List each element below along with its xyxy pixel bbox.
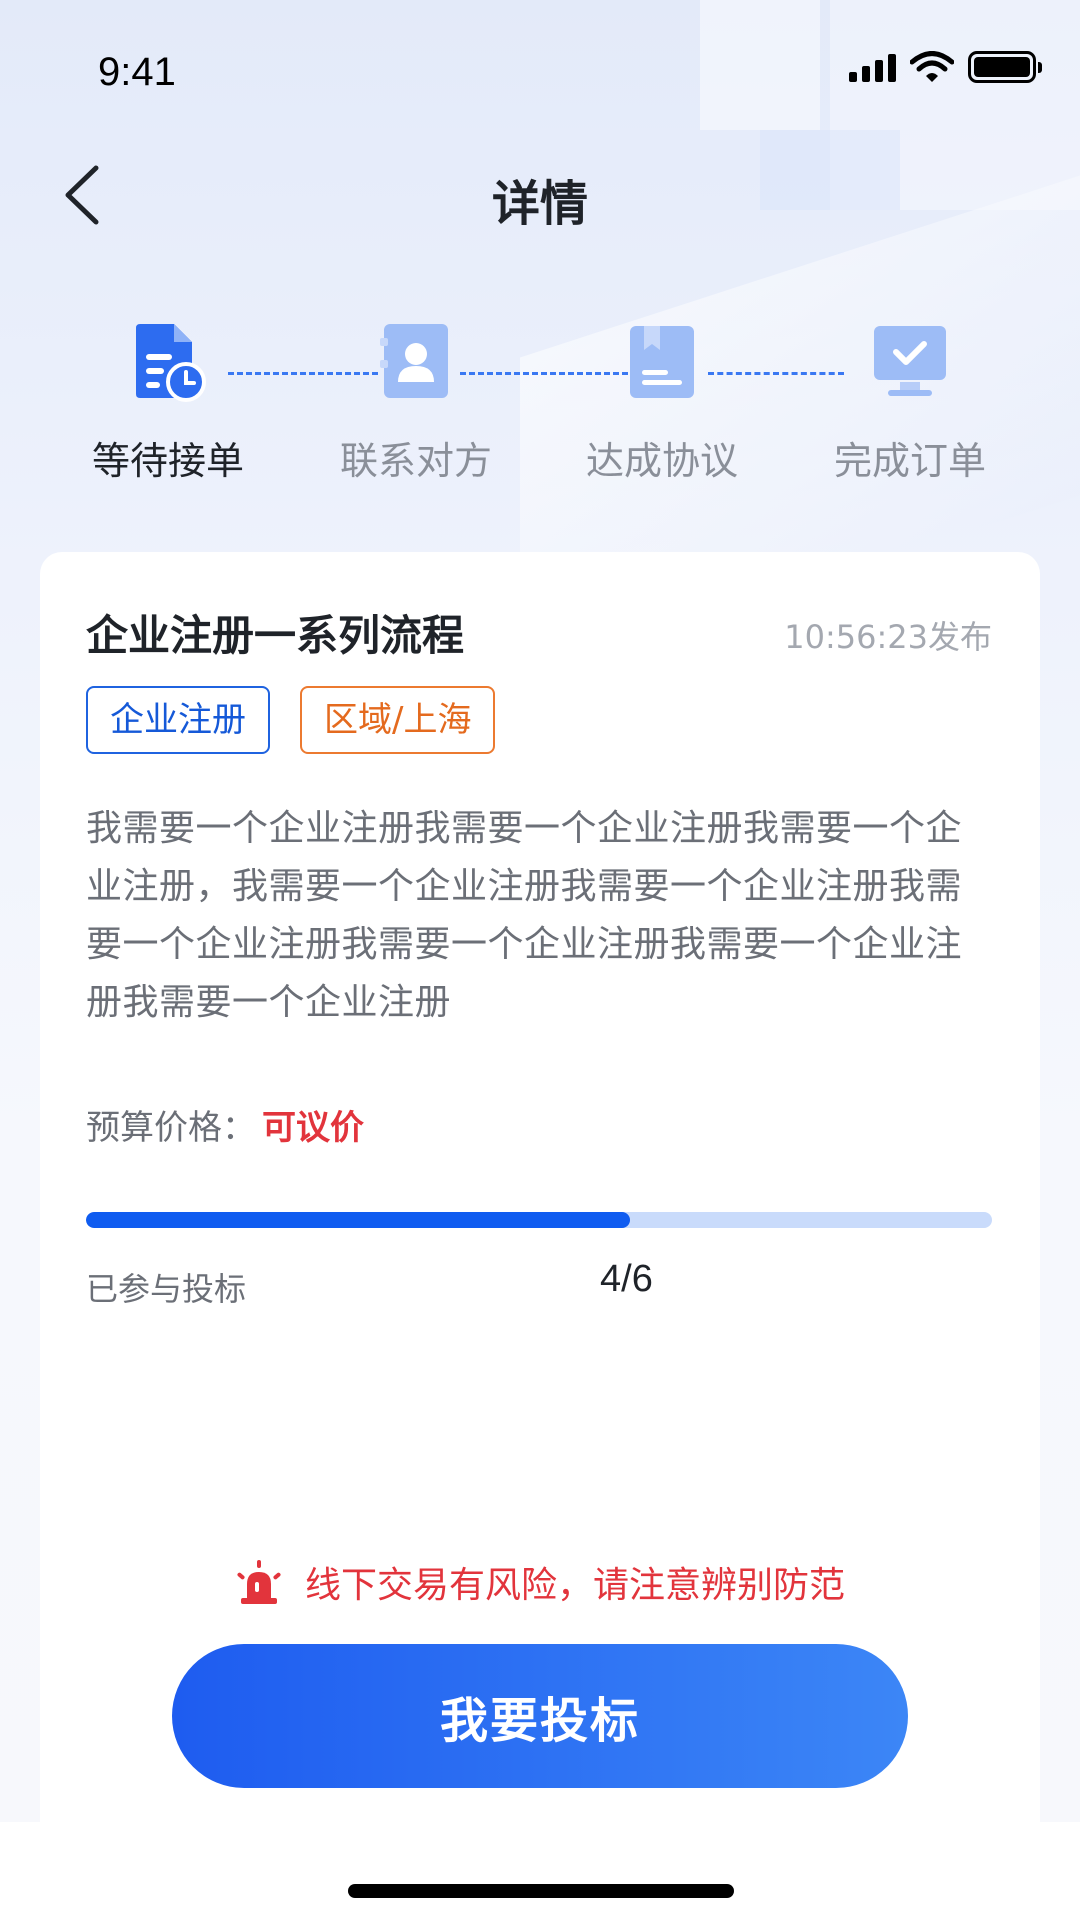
demand-title: 企业注册一系列流程 [86,611,465,660]
submit-bid-button[interactable]: 我要投标 [172,1644,908,1788]
alarm-siren-icon [237,1560,281,1604]
step-label: 完成订单 [833,439,986,483]
step-label: 联系对方 [339,439,492,483]
agreement-book-icon [620,320,704,404]
wifi-icon [910,51,954,82]
contact-card-icon [374,320,458,404]
step-complete: 完成订单 [810,320,1010,485]
status-time: 9:41 [98,50,176,94]
budget-value: 可议价 [262,1108,364,1148]
bid-progress-bar [86,1212,992,1228]
nav-bar: 详情 [0,140,1080,250]
page-title: 详情 [491,176,588,232]
tag-list: 企业注册 区域/上海 [86,686,496,754]
step-agreement: 达成协议 [562,320,762,485]
monitor-check-icon [868,320,952,404]
order-steps: 等待接单 联系对方 达成协议 完成订单 [0,320,1080,500]
step-waiting: 等待接单 [68,320,268,485]
publish-time: 10:56:23发布 [784,618,992,656]
step-contact: 联系对方 [316,320,516,485]
system-icons [849,50,1042,84]
step-label: 达成协议 [585,439,738,483]
home-indicator[interactable] [348,1884,734,1898]
battery-icon [968,51,1042,83]
step-label: 等待接单 [91,439,244,483]
risk-warning-text: 线下交易有风险，请注意辨别防范 [304,1565,845,1606]
home-indicator-area [0,1822,1080,1920]
bid-progress-label: 已参与投标 [86,1270,247,1308]
risk-warning: 线下交易有风险，请注意辨别防范 [0,1556,1080,1608]
status-bar: 9:41 [0,0,1080,140]
tag-category: 企业注册 [86,686,270,754]
bid-progress-count: 4/6 [600,1258,653,1300]
bid-progress-fill [86,1212,630,1228]
budget-label: 预算价格： [86,1108,256,1148]
demand-description: 我需要一个企业注册我需要一个企业注册我需要一个企业注册，我需要一个企业注册我需要… [86,808,963,1023]
cellular-signal-icon [849,52,896,82]
tag-region: 区域/上海 [300,686,496,754]
document-clock-icon [126,320,210,404]
budget-row: 预算价格： 可议价 [86,1100,364,1149]
